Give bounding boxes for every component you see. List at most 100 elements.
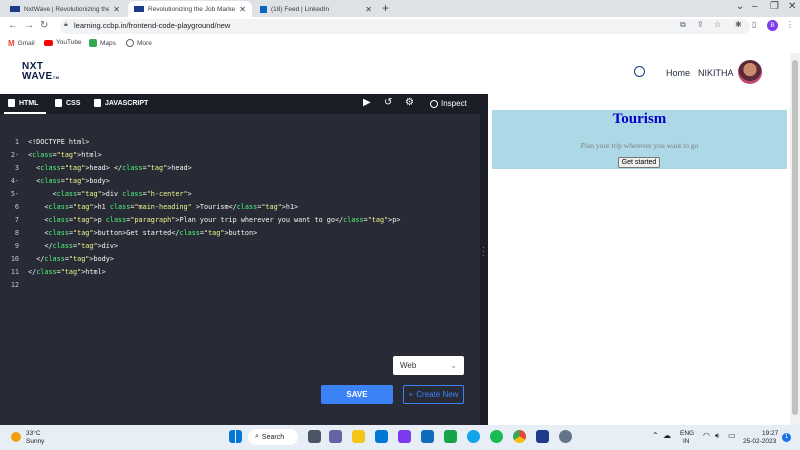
- save-button[interactable]: SAVE: [321, 385, 393, 404]
- line-number: 10: [10, 255, 19, 263]
- browser-tab-nxtwave[interactable]: NxtWave | Revolutionizing the Jo ✕: [4, 1, 126, 17]
- inspect-button[interactable]: Inspect: [430, 99, 467, 108]
- create-new-label: Create New: [416, 390, 459, 399]
- back-arrow-icon[interactable]: ←: [8, 20, 18, 31]
- new-tab-plus-icon[interactable]: +: [382, 1, 389, 15]
- window-close-icon[interactable]: ✕: [788, 1, 796, 12]
- store-icon[interactable]: [375, 430, 388, 443]
- bookmark-label: Maps: [100, 39, 116, 47]
- code-line[interactable]: <class="tag">div class="h-center">: [28, 188, 400, 201]
- clock-time[interactable]: 19:27: [762, 430, 778, 437]
- app-icon[interactable]: [398, 430, 411, 443]
- forward-arrow-icon[interactable]: →: [24, 20, 34, 31]
- code-line[interactable]: <class="tag">head> </class="tag">head>: [28, 162, 400, 175]
- settings-icon[interactable]: [559, 430, 572, 443]
- bookmark-label: YouTube: [56, 39, 82, 46]
- cloud-icon[interactable]: ☁: [663, 431, 671, 440]
- close-icon[interactable]: ✕: [239, 5, 246, 14]
- mode-select-value: Web: [400, 361, 417, 370]
- preview-get-started-button[interactable]: Get started: [618, 157, 660, 168]
- sidebar-icon[interactable]: ▯: [752, 20, 756, 29]
- user-name[interactable]: NIKITHA: [698, 68, 734, 78]
- fold-marker[interactable]: -: [15, 177, 19, 185]
- fold-marker[interactable]: -: [15, 151, 19, 159]
- bookmark-more[interactable]: More: [126, 39, 152, 47]
- task-view-icon[interactable]: [308, 430, 321, 443]
- js-file-icon: [94, 99, 101, 107]
- extensions-icon[interactable]: ✱: [735, 20, 742, 29]
- volume-icon[interactable]: 🔉︎: [715, 431, 720, 441]
- logo-line-2: WAVE: [22, 71, 53, 82]
- code-line[interactable]: </class="tag">body>: [28, 253, 400, 266]
- create-new-button[interactable]: + Create New: [403, 385, 464, 404]
- star-icon[interactable]: ☆: [714, 20, 721, 29]
- mail-icon[interactable]: [421, 430, 434, 443]
- code-line[interactable]: </class="tag">div>: [28, 240, 400, 253]
- tab-css[interactable]: CSS: [55, 99, 80, 107]
- taskbar-search[interactable]: ⌕ Search: [248, 429, 298, 445]
- notification-badge[interactable]: 1: [782, 433, 791, 442]
- code-line[interactable]: <class="tag">button>Get started</class="…: [28, 227, 400, 240]
- bookmark-gmail[interactable]: M Gmail: [8, 39, 35, 48]
- sun-weather-icon[interactable]: [11, 432, 21, 442]
- language-region[interactable]: IN: [683, 438, 690, 445]
- wifi-icon[interactable]: ◠: [703, 431, 710, 440]
- mode-select-dropdown[interactable]: Web ⌄: [393, 356, 464, 375]
- app-icon[interactable]: [536, 430, 549, 443]
- minimize-icon[interactable]: –: [752, 1, 758, 12]
- chevron-down-icon[interactable]: ⌄: [736, 1, 744, 12]
- search-label: Search: [261, 433, 285, 441]
- reset-icon[interactable]: ↺: [384, 97, 392, 108]
- scrollbar-thumb[interactable]: [792, 60, 798, 415]
- restore-icon[interactable]: ❐: [770, 1, 779, 12]
- settings-gear-icon[interactable]: ⚙: [405, 97, 414, 108]
- browser-tab-revolutionizing[interactable]: Revolutionizing the Job Market | ✕: [128, 1, 252, 17]
- language-indicator[interactable]: ENG: [680, 430, 694, 437]
- tab-label: NxtWave | Revolutionizing the Jo: [24, 5, 110, 13]
- close-icon[interactable]: ✕: [113, 5, 120, 14]
- tab-javascript[interactable]: JAVASCRIPT: [94, 99, 148, 107]
- line-number: 6: [14, 203, 19, 211]
- reload-icon[interactable]: ↻: [40, 20, 48, 31]
- windows-start-icon[interactable]: [229, 430, 242, 443]
- code-line[interactable]: </class="tag">html>: [28, 266, 400, 279]
- gmail-icon: M: [8, 39, 15, 48]
- chevron-up-icon[interactable]: ⌃: [652, 431, 659, 440]
- code-line[interactable]: <!DOCTYPE html>: [28, 136, 400, 149]
- spotify-icon[interactable]: [490, 430, 503, 443]
- stopwatch-icon[interactable]: [634, 66, 645, 77]
- sheets-icon[interactable]: [444, 430, 457, 443]
- file-explorer-icon[interactable]: [352, 430, 365, 443]
- chrome-icon[interactable]: [513, 430, 526, 443]
- browser-tab-linkedin[interactable]: (18) Feed | LinkedIn ✕: [254, 1, 378, 17]
- code-line[interactable]: <class="tag">p class="paragraph">Plan yo…: [28, 214, 400, 227]
- tab-html[interactable]: HTML: [8, 99, 38, 107]
- code-line[interactable]: <class="tag">body>: [28, 175, 400, 188]
- url-text[interactable]: learning.ccbp.in/frontend-code-playgroun…: [74, 21, 230, 30]
- nav-home-link[interactable]: Home: [666, 68, 690, 78]
- lock-icon: 🔒︎: [64, 21, 68, 28]
- teams-chat-icon[interactable]: [329, 430, 342, 443]
- bookmark-maps[interactable]: Maps: [89, 39, 116, 47]
- bookmark-youtube[interactable]: YouTube: [44, 39, 82, 46]
- more-vertical-icon[interactable]: ⋮: [786, 20, 794, 29]
- close-icon[interactable]: ✕: [365, 5, 372, 14]
- drag-handle-icon[interactable]: · · ·: [482, 244, 485, 260]
- battery-icon[interactable]: ▭: [728, 431, 736, 440]
- fold-marker[interactable]: -: [15, 190, 19, 198]
- code-line[interactable]: <class="tag">html>: [28, 149, 400, 162]
- run-play-icon[interactable]: ▶: [363, 97, 371, 108]
- user-avatar[interactable]: [738, 60, 762, 84]
- code-line[interactable]: <class="tag">h1 class="main-heading" >To…: [28, 201, 400, 214]
- clock-date[interactable]: 25-02-2023: [743, 438, 776, 445]
- nxtwave-logo[interactable]: NXT WAVETM: [22, 62, 60, 83]
- share-icon[interactable]: ⧉: [680, 20, 686, 30]
- code-line[interactable]: [28, 279, 400, 292]
- edge-icon[interactable]: [467, 430, 480, 443]
- code-area[interactable]: <!DOCTYPE html> <class="tag">html> <clas…: [28, 136, 400, 292]
- send-icon[interactable]: ⇪: [697, 20, 704, 29]
- weather-temperature[interactable]: 33°C: [26, 430, 41, 437]
- line-number: 9: [14, 242, 19, 250]
- weather-description[interactable]: Sunny: [26, 438, 44, 445]
- profile-avatar[interactable]: B: [767, 20, 778, 31]
